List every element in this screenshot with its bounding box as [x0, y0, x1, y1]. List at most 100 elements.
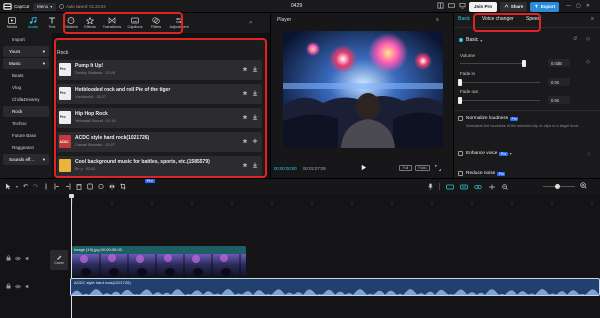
fullscreen-button[interactable]: Full — [399, 165, 412, 171]
redo-icon[interactable]: ↷ — [33, 183, 38, 190]
highlight-box — [63, 12, 183, 34]
menu-label: Menu — [37, 4, 49, 9]
zoom-out-icon[interactable] — [502, 183, 508, 190]
expand-icon[interactable] — [435, 165, 441, 171]
sidebar-item-import[interactable]: Import — [3, 34, 49, 45]
sidebar-item-raggeaton[interactable]: Raggeaton — [3, 142, 49, 153]
link-main-track-icon[interactable] — [446, 184, 454, 190]
edit-icon — [57, 255, 62, 260]
undo-icon[interactable]: ↶ — [23, 183, 28, 190]
keyframe-icon[interactable]: ◇ — [586, 36, 590, 42]
visibility-icon[interactable] — [15, 256, 21, 261]
audio-clip[interactable]: ACDC style hard rock(1021726) — [70, 278, 600, 296]
sidebar-item-rock[interactable]: Rock — [3, 106, 49, 117]
microphone-icon[interactable] — [428, 183, 433, 190]
linkage-icon[interactable] — [474, 184, 482, 190]
minimize-icon[interactable]: — — [566, 3, 571, 9]
sidebar-item-music[interactable]: Music ▾ — [3, 58, 49, 69]
sidebar-item-label: Import — [12, 37, 25, 42]
preview-axis-icon[interactable] — [488, 184, 496, 190]
join-pro-button[interactable]: Join Pro — [469, 1, 497, 12]
freeze-icon[interactable] — [98, 183, 104, 190]
enhance-voice-checkbox[interactable] — [458, 151, 463, 156]
volume-slider-handle[interactable] — [522, 60, 526, 67]
keyframe-icon[interactable]: ◇ — [587, 151, 591, 157]
app-logo: CapCut — [3, 2, 29, 11]
sidebar-item-yours[interactable]: Yours ▾ — [3, 46, 49, 57]
concert-scene-image — [283, 31, 443, 148]
video-preview[interactable] — [283, 31, 443, 148]
split-icon[interactable] — [43, 183, 49, 190]
play-button[interactable] — [360, 164, 367, 171]
crop-icon[interactable] — [120, 183, 126, 190]
fade-in-value[interactable]: 0.0s — [548, 78, 570, 86]
fade-in-slider-handle[interactable] — [458, 79, 462, 86]
reset-icon[interactable]: ↺ — [573, 36, 577, 42]
menu-button[interactable]: Menu ▾ — [33, 2, 57, 11]
mute-icon[interactable] — [25, 256, 31, 261]
ratio-button[interactable]: Ratio — [415, 165, 430, 171]
player-menu-icon[interactable]: ≡ — [436, 17, 439, 23]
video-clip[interactable]: image (19).jpg 00:00:05:00 — [72, 246, 246, 276]
zoom-slider-handle[interactable] — [555, 184, 560, 189]
tab-basic[interactable]: Basic — [458, 16, 470, 22]
highlight-box — [54, 38, 267, 178]
layout-icon[interactable] — [437, 2, 444, 9]
close-icon[interactable]: ✕ — [586, 3, 590, 9]
sidebar-item-label: Music — [9, 61, 21, 66]
normalize-label: Normalize loudness — [466, 116, 509, 121]
enhance-voice-row: Enhance voice Pro ▾ — [458, 151, 512, 156]
keyframe-icon[interactable]: ◇ — [586, 59, 590, 65]
delete-icon[interactable] — [76, 183, 82, 190]
join-pro-label: Join Pro — [473, 4, 492, 9]
fade-out-value[interactable]: 0.0s — [548, 96, 570, 104]
split-right-icon[interactable] — [65, 183, 71, 190]
export-label: Export — [540, 4, 556, 9]
share-button[interactable]: Share — [500, 1, 527, 12]
tab-media[interactable]: Media — [1, 13, 23, 33]
keyboard-icon[interactable] — [448, 2, 455, 9]
pro-badge: Pro — [499, 151, 508, 156]
chevron-down-icon: ▾ — [509, 151, 512, 156]
sidebar-item-vlog[interactable]: Vlog — [3, 82, 49, 93]
share-icon — [504, 4, 509, 8]
autosave-text: Auto saved: 01:23:03 — [66, 4, 106, 9]
fade-out-slider[interactable] — [460, 100, 540, 101]
volume-value[interactable]: 0.0dB — [548, 59, 570, 67]
sidebar-item-future-bass[interactable]: Future Bass — [3, 130, 49, 141]
chevron-down-icon[interactable]: ▾ — [16, 184, 18, 189]
sidebar-item-beats[interactable]: Beats — [3, 70, 49, 81]
basic-section-header[interactable]: Basic ▾ — [459, 37, 482, 43]
tab-media-label: Media — [6, 25, 18, 29]
export-button[interactable]: Export — [530, 1, 559, 12]
split-left-icon[interactable] — [54, 183, 60, 190]
mirror-icon[interactable] — [109, 183, 115, 190]
sidebar-item-sounds-effects[interactable]: Sounds eff... ▾ — [3, 154, 49, 165]
lock-icon[interactable] — [6, 283, 11, 289]
screen-icon[interactable] — [459, 2, 466, 9]
fade-out-slider-handle[interactable] — [458, 97, 462, 104]
sidebar-item-chill-dreamy[interactable]: Chill&Dreamy — [3, 94, 49, 105]
select-cursor-icon[interactable] — [5, 183, 11, 190]
normalize-checkbox[interactable] — [458, 116, 463, 121]
media-icon — [8, 17, 16, 24]
playhead-handle[interactable] — [69, 194, 74, 198]
chevron-down-icon: ▾ — [42, 48, 45, 54]
section-toggle-icon[interactable] — [459, 38, 463, 42]
reduce-noise-checkbox[interactable] — [458, 171, 463, 176]
mask-icon[interactable] — [87, 183, 93, 190]
sidebar-item-techno[interactable]: Techno — [3, 118, 49, 129]
panel-menu-icon[interactable]: ≡ — [591, 16, 594, 22]
collapse-icon[interactable]: » — [249, 20, 252, 26]
enhance-voice-label: Enhance voice — [466, 151, 498, 156]
visibility-icon[interactable] — [15, 284, 21, 289]
maximize-icon[interactable]: ▢ — [576, 3, 581, 9]
magnet-icon[interactable] — [460, 184, 468, 190]
tab-audio-label: Audio — [28, 25, 38, 29]
cover-button[interactable]: Cover — [50, 250, 68, 270]
lock-icon[interactable] — [6, 255, 11, 261]
fade-in-slider[interactable] — [460, 82, 540, 83]
volume-slider[interactable] — [460, 63, 524, 64]
zoom-in-icon[interactable] — [580, 182, 587, 189]
mute-icon[interactable] — [25, 284, 31, 289]
